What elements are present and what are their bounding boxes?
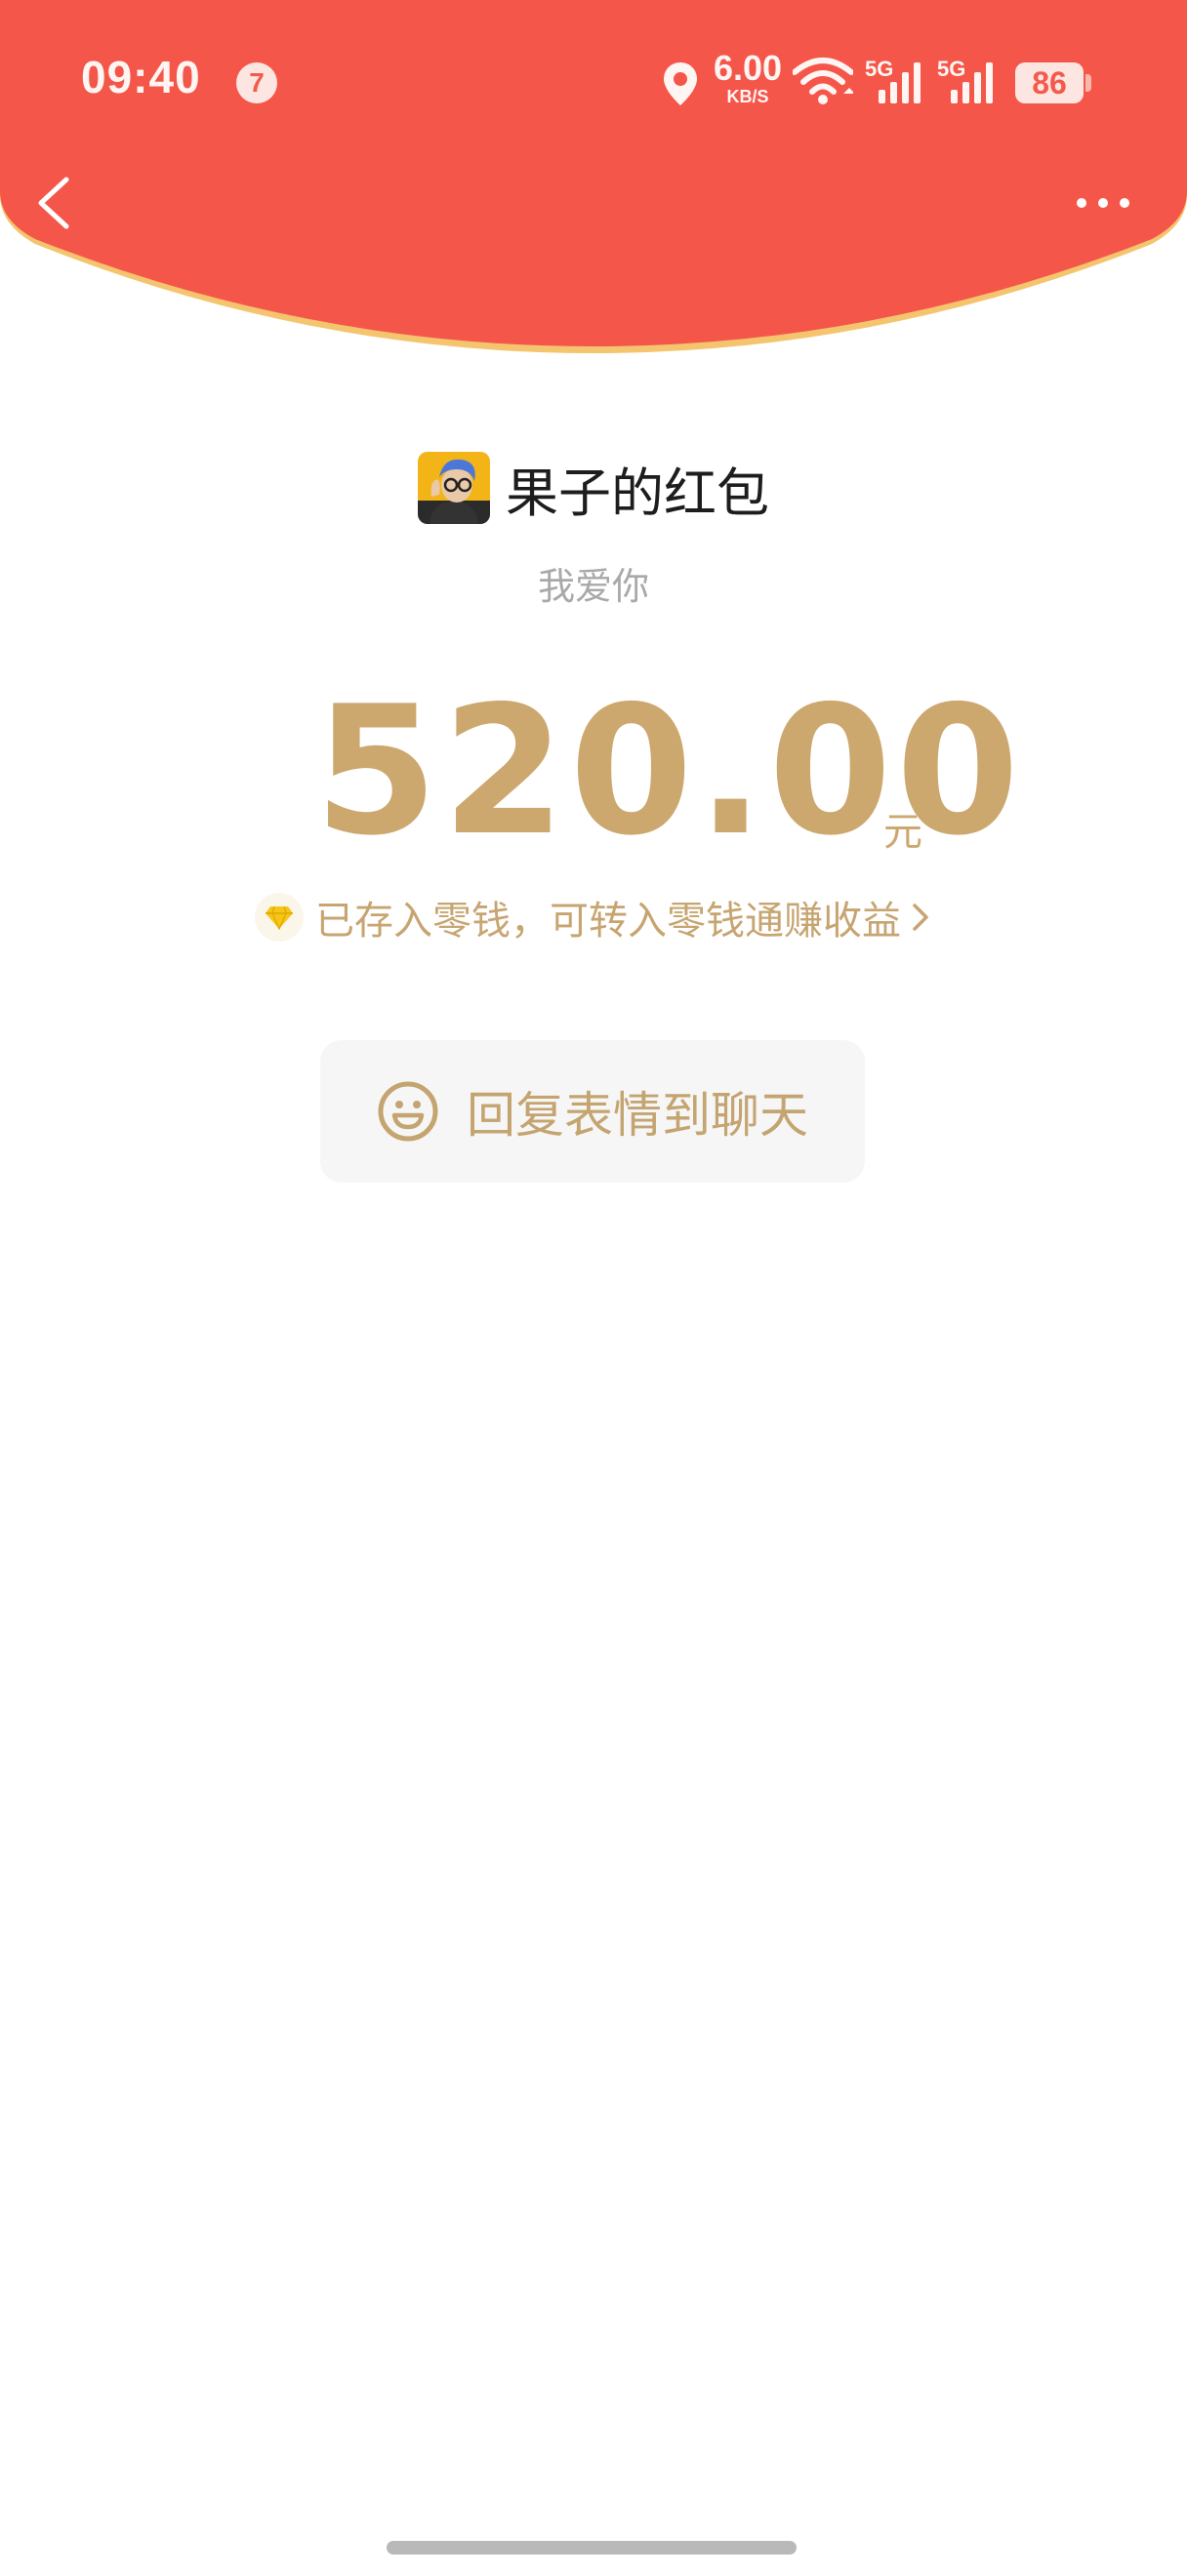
network-speed: 6.00 KB/S — [711, 48, 785, 106]
sender-row: 果子的红包 — [0, 451, 1187, 525]
more-dots-icon — [1077, 198, 1129, 208]
status-bar: 09:40 7 6.00 KB/S 5G 5G 86 — [0, 0, 1187, 166]
packet-amount: 520.00 — [314, 667, 1024, 874]
location-icon — [664, 62, 697, 105]
amount-row: 520.00 元 — [0, 667, 1187, 874]
network-speed-unit: KB/S — [726, 87, 769, 106]
home-indicator[interactable] — [387, 2541, 797, 2555]
reply-with-sticker-button[interactable]: 回复表情到聊天 — [320, 1040, 865, 1183]
packet-greeting: 我爱你 — [537, 565, 649, 608]
sender-avatar[interactable] — [418, 452, 490, 524]
notification-count-badge: 7 — [236, 62, 277, 103]
red-packet-detail-screen: 09:40 7 6.00 KB/S 5G 5G 86 果子的红包 我爱你 520… — [0, 0, 1187, 2576]
avatar-image — [418, 452, 490, 524]
battery-indicator: 86 — [1015, 62, 1084, 103]
diamond-icon-wrap — [255, 893, 304, 942]
status-time: 09:40 — [81, 52, 201, 102]
diamond-icon — [266, 906, 293, 930]
chevron-right-icon — [913, 904, 928, 931]
wifi-icon — [793, 58, 853, 104]
signal-2-group: 5G — [937, 57, 998, 105]
signal-1-bars-icon — [879, 62, 921, 103]
more-options-button[interactable] — [1064, 176, 1142, 234]
wallet-notice-link[interactable]: 已存入零钱，可转入零钱通赚收益 — [0, 888, 1187, 946]
chevron-left-icon — [38, 177, 69, 229]
wallet-notice-text: 已存入零钱，可转入零钱通赚收益 — [315, 899, 901, 944]
sender-title: 果子的红包 — [506, 462, 769, 524]
reply-button-label: 回复表情到聊天 — [467, 1087, 808, 1144]
smiley-icon — [378, 1081, 438, 1142]
battery-tip — [1085, 74, 1091, 92]
network-speed-value: 6.00 — [713, 48, 783, 88]
back-button[interactable] — [27, 166, 105, 244]
signal-1-group: 5G — [865, 57, 925, 105]
amount-unit: 元 — [883, 810, 922, 855]
signal-2-bars-icon — [951, 62, 993, 103]
